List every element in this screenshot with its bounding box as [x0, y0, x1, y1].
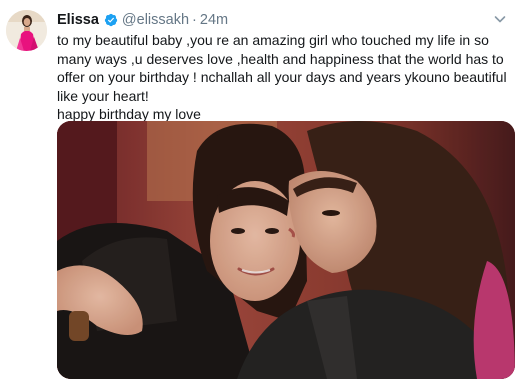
- verified-badge-icon: [104, 13, 118, 27]
- avatar-image: [6, 10, 47, 51]
- author-handle[interactable]: @elissakh: [122, 11, 189, 29]
- header-separator: ·: [192, 12, 197, 28]
- author-name[interactable]: Elissa: [57, 11, 99, 29]
- tweet-text-paragraph-1: to my beautiful baby ,you re an amazing …: [57, 32, 507, 104]
- chevron-down-icon[interactable]: [492, 11, 508, 27]
- tweet-header: Elissa @elissakh · 24m: [57, 11, 228, 29]
- tweet-text: to my beautiful baby ,you re an amazing …: [57, 31, 513, 124]
- tweet-photo[interactable]: [57, 121, 515, 379]
- tweet-timestamp[interactable]: 24m: [200, 11, 228, 29]
- tweet-card[interactable]: Elissa @elissakh · 24m to my beautiful b…: [0, 0, 518, 382]
- avatar[interactable]: [6, 10, 47, 51]
- photo-image: [57, 121, 515, 379]
